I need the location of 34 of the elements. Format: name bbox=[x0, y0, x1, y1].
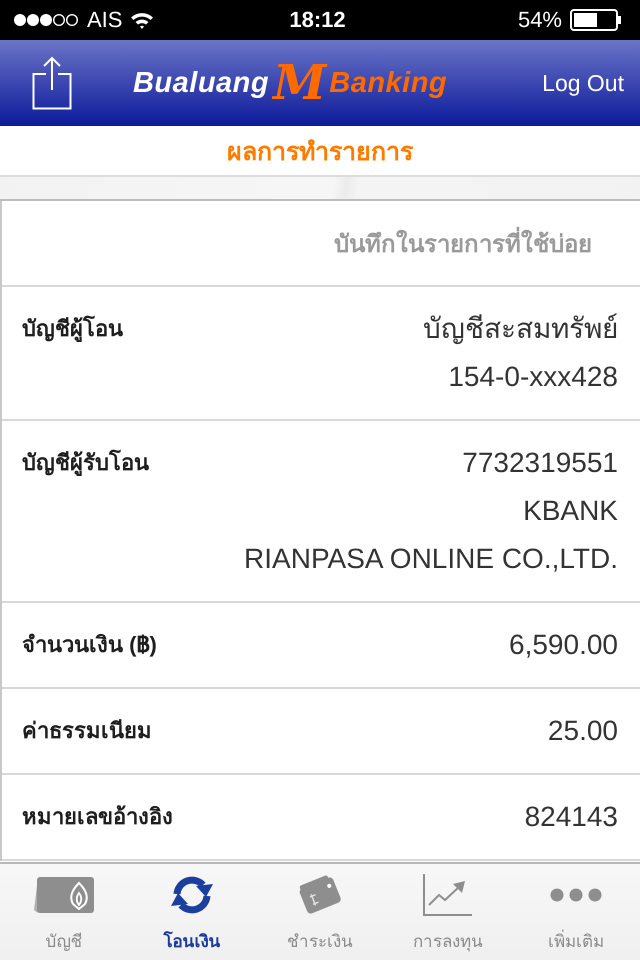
battery-percent: 54% bbox=[518, 7, 562, 33]
tab[interactable]: เพิ่มเติม bbox=[512, 864, 640, 960]
field-value: 7732319551 bbox=[462, 446, 618, 480]
tab[interactable]: โอนเงิน bbox=[128, 864, 256, 960]
field-value: บัญชีสะสมทรัพย์ bbox=[423, 312, 618, 346]
field-value: 25.00 bbox=[548, 714, 618, 748]
tab[interactable]: บัญชี bbox=[0, 864, 128, 960]
tab[interactable]: ชำระเงิน bbox=[256, 864, 384, 960]
line-chart-icon bbox=[422, 873, 474, 917]
field-label: จำนวนเงิน (฿) bbox=[22, 631, 157, 659]
signal-icon bbox=[13, 13, 79, 27]
lotus-card-icon bbox=[34, 876, 94, 914]
page-title: ผลการทำรายการ bbox=[227, 136, 413, 168]
field-value: KBANK bbox=[523, 494, 618, 528]
field-value: 6,590.00 bbox=[509, 628, 618, 662]
clock-time: 18:12 bbox=[289, 7, 346, 32]
logo-wordmark: Bualuang bbox=[132, 66, 270, 100]
tab[interactable]: การลงทุน bbox=[384, 864, 512, 960]
wifi-icon bbox=[130, 11, 154, 29]
field-label: บัญชีผู้โอน bbox=[22, 314, 123, 344]
field-label: หมายเลขอ้างอิง bbox=[22, 803, 173, 831]
carrier-name: AIS bbox=[87, 7, 122, 33]
field-label: ค่าธรรมเนียม bbox=[22, 717, 152, 745]
more-icon bbox=[550, 888, 602, 902]
save-favorite-button[interactable]: บันทึกในรายการที่ใช้บ่อย bbox=[334, 224, 592, 262]
field-value: 824143 bbox=[524, 800, 618, 834]
field-value: RIANPASA ONLINE CO.,LTD. bbox=[244, 542, 618, 576]
logo-m-mark: M bbox=[273, 59, 326, 107]
field-label: บัญชีผู้รับโอน bbox=[22, 448, 149, 478]
field-value: 154-0-xxx428 bbox=[448, 360, 618, 394]
logout-button[interactable]: Log Out bbox=[542, 66, 624, 100]
battery-icon bbox=[570, 9, 622, 31]
share-icon[interactable] bbox=[32, 56, 72, 110]
logo-wordmark: Banking bbox=[329, 66, 448, 100]
